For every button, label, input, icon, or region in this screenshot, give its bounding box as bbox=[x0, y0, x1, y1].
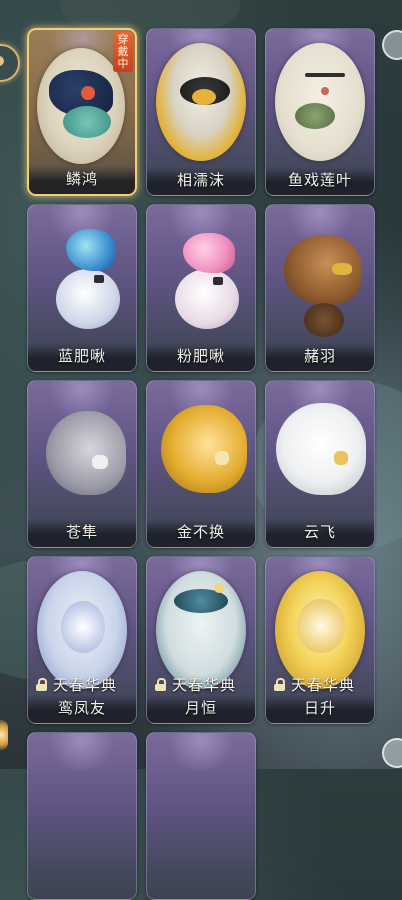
skin-card-partial[interactable] bbox=[146, 732, 256, 900]
skin-name: 苍隼 bbox=[28, 519, 136, 547]
brown-eagle-icon bbox=[274, 229, 368, 341]
koi-orb-icon bbox=[156, 43, 246, 161]
skin-card[interactable]: 金不换 bbox=[146, 380, 256, 548]
golden-eagle-icon bbox=[153, 395, 251, 515]
dragon-orb-icon bbox=[37, 48, 125, 164]
skin-name: 鳞鸿 bbox=[29, 166, 135, 194]
skin-name: 月恒 bbox=[147, 695, 255, 723]
phoenix-white-orb-icon bbox=[37, 571, 127, 689]
lock-icon bbox=[36, 677, 47, 691]
lock-row: 天春华典 bbox=[151, 673, 253, 695]
skin-card[interactable]: 赭羽 bbox=[265, 204, 375, 372]
skin-card[interactable]: 天春华典 鸾凤友 bbox=[27, 556, 137, 724]
skin-name: 云飞 bbox=[266, 519, 374, 547]
unlock-source-label: 天春华典 bbox=[53, 675, 118, 694]
skin-card[interactable]: 蓝肥啾 bbox=[27, 204, 137, 372]
moon-orb-icon bbox=[156, 571, 246, 689]
skin-card[interactable]: 云飞 bbox=[265, 380, 375, 548]
skin-name: 日升 bbox=[266, 695, 374, 723]
lotus-orb-icon bbox=[275, 43, 365, 161]
skin-card[interactable]: 天春华典 月恒 bbox=[146, 556, 256, 724]
lock-icon bbox=[274, 677, 285, 691]
skin-name: 相濡沫 bbox=[147, 167, 255, 195]
unlock-source-label: 天春华典 bbox=[172, 675, 237, 694]
grey-falcon-icon bbox=[36, 401, 130, 517]
skin-card[interactable]: 鱼戏莲叶 bbox=[265, 28, 375, 196]
skin-card[interactable]: 苍隼 bbox=[27, 380, 137, 548]
skin-name: 赭羽 bbox=[266, 343, 374, 371]
lock-row: 天春华典 bbox=[270, 673, 372, 695]
wearing-badge: 穿戴中 bbox=[113, 32, 133, 72]
skin-card-partial[interactable] bbox=[27, 732, 137, 900]
white-eagle-icon bbox=[270, 395, 370, 515]
skin-name: 粉肥啾 bbox=[147, 343, 255, 371]
skin-name: 鸾凤友 bbox=[28, 695, 136, 723]
skin-name: 鱼戏莲叶 bbox=[266, 167, 374, 195]
blue-bird-icon bbox=[38, 229, 128, 339]
skin-name: 金不换 bbox=[147, 519, 255, 547]
skin-card[interactable]: 天春华典 日升 bbox=[265, 556, 375, 724]
sun-phoenix-orb-icon bbox=[275, 571, 365, 689]
skin-grid: 穿戴中 鳞鸿 相濡沫 鱼戏莲叶 蓝肥啾 粉肥啾 赭羽 苍隼 金不换 云飞 天春华… bbox=[0, 0, 402, 900]
lock-icon bbox=[155, 677, 166, 691]
lock-row: 天春华典 bbox=[32, 673, 134, 695]
skin-card[interactable]: 相濡沫 bbox=[146, 28, 256, 196]
skin-card[interactable]: 粉肥啾 bbox=[146, 204, 256, 372]
skin-card[interactable]: 穿戴中 鳞鸿 bbox=[27, 28, 137, 196]
unlock-source-label: 天春华典 bbox=[291, 675, 356, 694]
pink-bird-icon bbox=[157, 229, 247, 339]
skin-name: 蓝肥啾 bbox=[28, 343, 136, 371]
